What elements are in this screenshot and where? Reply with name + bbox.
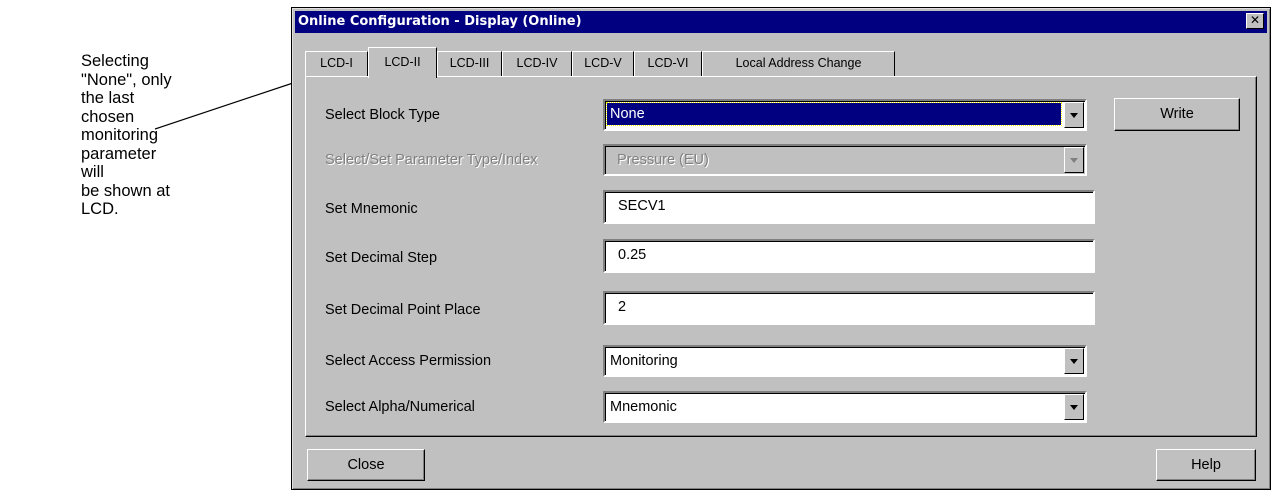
decimal-step-value: 0.25	[618, 247, 647, 263]
write-button[interactable]: Write	[1114, 98, 1240, 131]
close-button[interactable]: Close	[307, 449, 425, 481]
tab-label: Local Address Change	[735, 56, 862, 70]
tab-label: LCD-IV	[516, 56, 558, 70]
tab-lcd-v[interactable]: LCD-V	[572, 51, 634, 77]
tab-lcd-iv[interactable]: LCD-IV	[502, 51, 572, 77]
annotation-note: Selecting "None", only the last chosen m…	[81, 52, 172, 218]
chevron-down-icon[interactable]	[1064, 102, 1084, 128]
tab-label: LCD-VI	[647, 56, 689, 70]
decimal-point-field[interactable]: 2	[603, 291, 1095, 325]
decimal-step-field[interactable]: 0.25	[603, 239, 1095, 273]
tab-label: LCD-II	[384, 55, 421, 69]
parameter-type-select: Pressure (EU)	[603, 144, 1087, 176]
decimal-step-label: Set Decimal Step	[325, 250, 438, 266]
close-icon[interactable]: ✕	[1246, 13, 1264, 29]
alpha-numerical-select[interactable]: Mnemonic	[603, 391, 1087, 423]
block-type-value: None	[606, 102, 1062, 126]
config-window: Online Configuration - Display (Online) …	[291, 7, 1271, 490]
tab-label: LCD-I	[320, 56, 353, 70]
tab-lcd-vi[interactable]: LCD-VI	[634, 51, 702, 77]
mnemonic-label: Set Mnemonic	[325, 201, 418, 217]
tab-panel: Select Block Type None Write Select/Set …	[305, 76, 1257, 437]
alpha-numerical-value: Mnemonic	[610, 399, 677, 415]
tab-local-address-change[interactable]: Local Address Change	[702, 51, 895, 77]
window-title: Online Configuration - Display (Online)	[298, 14, 582, 29]
access-permission-select[interactable]: Monitoring	[603, 345, 1087, 377]
mnemonic-value: SECV1	[618, 198, 666, 214]
tab-lcd-iii[interactable]: LCD-III	[437, 51, 502, 77]
block-type-label: Select Block Type	[325, 107, 440, 123]
help-button[interactable]: Help	[1156, 449, 1256, 481]
tab-lcd-i[interactable]: LCD-I	[305, 51, 368, 77]
tab-label: LCD-III	[449, 56, 490, 70]
parameter-type-label: Select/Set Parameter Type/Index	[325, 152, 538, 168]
chevron-down-icon[interactable]	[1064, 348, 1084, 374]
mnemonic-field[interactable]: SECV1	[603, 190, 1095, 224]
alpha-numerical-label: Select Alpha/Numerical	[325, 399, 475, 415]
decimal-point-label: Set Decimal Point Place	[325, 302, 481, 318]
decimal-point-value: 2	[618, 299, 627, 315]
block-type-select[interactable]: None	[603, 99, 1087, 131]
parameter-type-value: Pressure (EU)	[617, 152, 709, 168]
title-bar: Online Configuration - Display (Online) …	[295, 11, 1267, 33]
chevron-down-icon[interactable]	[1064, 394, 1084, 420]
chevron-down-icon	[1064, 147, 1084, 173]
tab-lcd-ii[interactable]: LCD-II	[368, 47, 437, 78]
access-permission-value: Monitoring	[610, 353, 678, 369]
tab-label: LCD-V	[584, 56, 622, 70]
access-permission-label: Select Access Permission	[325, 353, 492, 369]
